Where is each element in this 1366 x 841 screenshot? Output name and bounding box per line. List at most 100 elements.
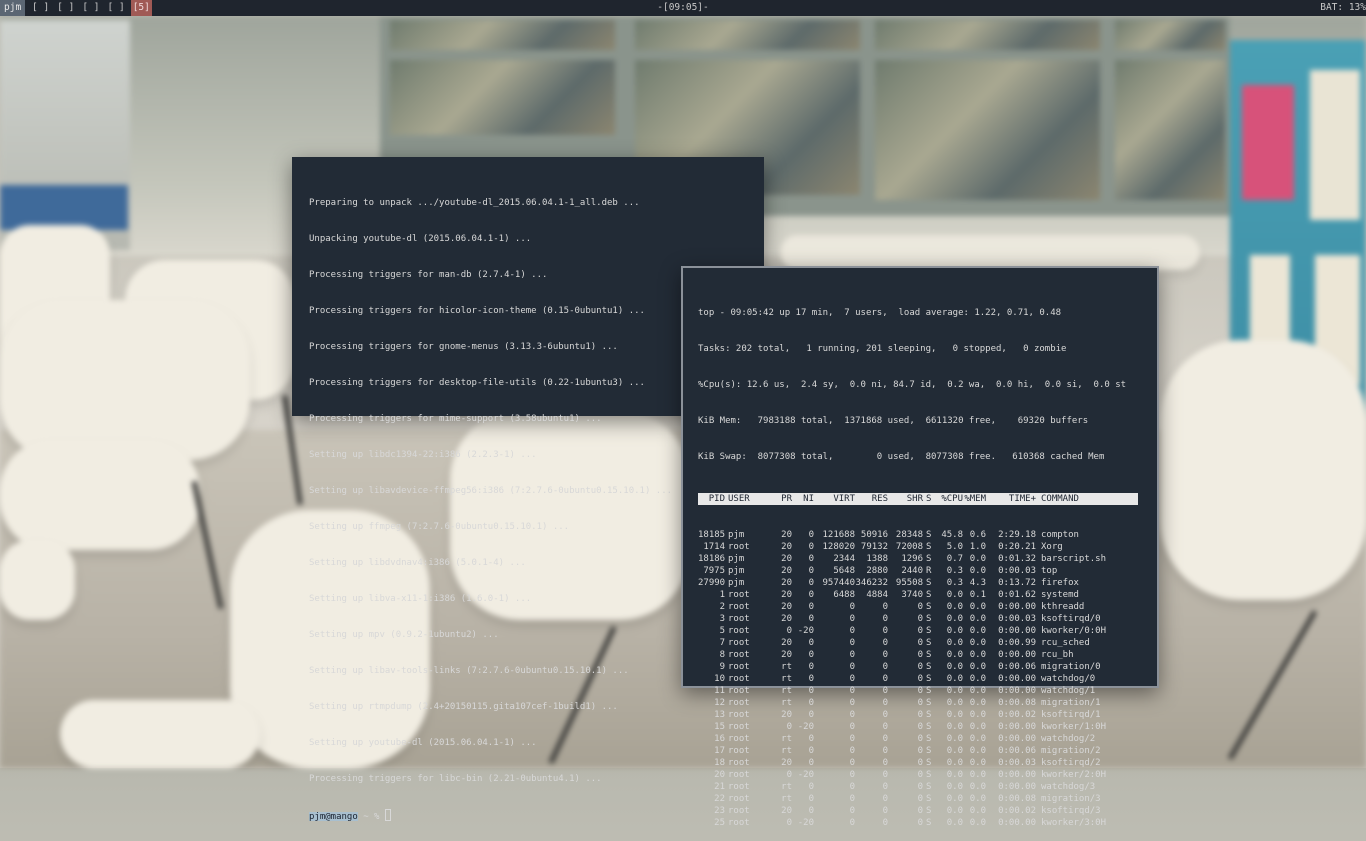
user-cell: root	[728, 626, 750, 636]
virt-cell: 0	[849, 686, 855, 696]
pid-cell: 1	[719, 590, 725, 600]
time-cell: 2:29.18	[998, 530, 1036, 540]
command-cell: ksoftirqd/1	[1041, 710, 1101, 720]
cpu-cell: 45.8	[941, 530, 963, 540]
state-cell: S	[926, 698, 932, 708]
shr-cell: 2440	[901, 566, 923, 576]
res-cell: 0	[882, 770, 888, 780]
state-cell: S	[926, 542, 932, 552]
top-summary-line: KiB Swap: 8077308 total, 0 used, 8077308…	[698, 452, 1105, 462]
mem-cell: 0.0	[969, 566, 986, 576]
command-cell: migration/1	[1041, 698, 1101, 708]
user-cell: root	[728, 590, 750, 600]
user-cell: pjm	[728, 554, 745, 564]
wallpaper-window-pane	[635, 20, 860, 50]
shr-cell: 0	[917, 638, 923, 648]
time-cell: 0:01.32	[998, 554, 1036, 564]
command-cell: Xorg	[1041, 542, 1063, 552]
cpu-cell: 0.0	[946, 626, 963, 636]
pid-cell: 18186	[698, 554, 725, 564]
mem-cell: 0.1	[969, 590, 986, 600]
priority-cell: 20	[781, 614, 792, 624]
virt-cell: 0	[849, 734, 855, 744]
terminal-window-top[interactable]: top - 09:05:42 up 17 min, 7 users, load …	[681, 266, 1159, 828]
time-cell: 0:00.00	[998, 734, 1036, 744]
time-cell: 0:00.00	[998, 602, 1036, 612]
time-cell: 0:00.00	[998, 650, 1036, 660]
time-cell: 0:00.00	[998, 674, 1036, 684]
column-header: SHR	[906, 494, 923, 504]
column-header: USER	[728, 494, 750, 504]
nice-cell: 0	[808, 710, 814, 720]
cpu-cell: 0.3	[946, 578, 963, 588]
time-cell: 0:20.21	[998, 542, 1036, 552]
state-cell: S	[926, 734, 932, 744]
state-cell: S	[926, 818, 932, 828]
res-cell: 0	[882, 818, 888, 828]
state-cell: S	[926, 554, 932, 564]
command-cell: ksoftirqd/2	[1041, 758, 1101, 768]
status-bar: pjm [ ] [ ] [ ] [ ] [5] -[09:05]- BAT: 1…	[0, 0, 1366, 16]
pid-cell: 7975	[703, 566, 725, 576]
nice-cell: 0	[808, 602, 814, 612]
res-cell: 0	[882, 806, 888, 816]
column-header: PR	[781, 494, 792, 504]
virt-cell: 0	[849, 818, 855, 828]
shr-cell: 0	[917, 650, 923, 660]
state-cell: S	[926, 686, 932, 696]
mem-cell: 0.0	[969, 686, 986, 696]
nice-cell: 0	[808, 782, 814, 792]
priority-cell: rt	[781, 734, 792, 744]
state-cell: S	[926, 638, 932, 648]
shr-cell: 0	[917, 818, 923, 828]
shr-cell: 0	[917, 758, 923, 768]
virt-cell: 0	[849, 638, 855, 648]
process-row: 1714 root 20 0 128020 79132 72008 S 5.0 1.0 0:20.2…	[698, 541, 1157, 553]
nice-cell: 0	[808, 638, 814, 648]
command-cell: systemd	[1041, 590, 1079, 600]
command-cell: ksoftirqd/0	[1041, 614, 1101, 624]
mem-cell: 0.0	[969, 710, 986, 720]
res-cell: 0	[882, 674, 888, 684]
wallpaper-poster	[0, 185, 128, 230]
column-header: %MEM	[964, 494, 986, 504]
res-cell: 0	[882, 710, 888, 720]
user-cell: root	[728, 770, 750, 780]
wallpaper-poster	[1242, 85, 1294, 200]
process-row: 18 root 20 0 0 0 0 S 0.0 0.0 0:00.03 ksoftirqd/2	[698, 757, 1157, 769]
process-row: 21 root rt 0 0 0 0 S 0.0 0.0 0:00.00 watchdog/3	[698, 781, 1157, 793]
mem-cell: 0.0	[969, 554, 986, 564]
cpu-cell: 0.3	[946, 566, 963, 576]
priority-cell: 20	[781, 554, 792, 564]
pid-cell: 25	[714, 818, 725, 828]
user-cell: root	[728, 686, 750, 696]
shr-cell: 0	[917, 686, 923, 696]
shr-cell: 0	[917, 782, 923, 792]
virt-cell: 0	[849, 794, 855, 804]
nice-cell: 0	[808, 698, 814, 708]
state-cell: S	[926, 806, 932, 816]
virt-cell: 0	[849, 758, 855, 768]
user-cell: root	[728, 758, 750, 768]
command-cell: migration/3	[1041, 794, 1101, 804]
time-cell: 0:00.00	[998, 770, 1036, 780]
priority-cell: rt	[781, 674, 792, 684]
virt-cell: 0	[849, 722, 855, 732]
text-cursor	[384, 809, 391, 821]
wallpaper-chair	[1160, 340, 1366, 600]
virt-cell: 0	[849, 806, 855, 816]
process-row: 10 root rt 0 0 0 0 S 0.0 0.0 0:00.00 watchdog/0	[698, 673, 1157, 685]
mem-cell: 0.0	[969, 734, 986, 744]
nice-cell: 0	[808, 554, 814, 564]
command-cell: ksoftirqd/3	[1041, 806, 1101, 816]
priority-cell: rt	[781, 662, 792, 672]
wallpaper-window-pane	[390, 20, 615, 50]
nice-cell: -20	[797, 722, 814, 732]
nice-cell: 0	[808, 734, 814, 744]
time-cell: 0:01.62	[998, 590, 1036, 600]
battery-status: BAT: 13%	[1320, 2, 1366, 13]
shell-prompt[interactable]: pjm@mango ~ %	[309, 809, 764, 821]
process-row: 23 root 20 0 0 0 0 S 0.0 0.0 0:00.02 ksoftirqd/3	[698, 805, 1157, 817]
clock: -[09:05]-	[657, 2, 709, 13]
mem-cell: 0.0	[969, 698, 986, 708]
